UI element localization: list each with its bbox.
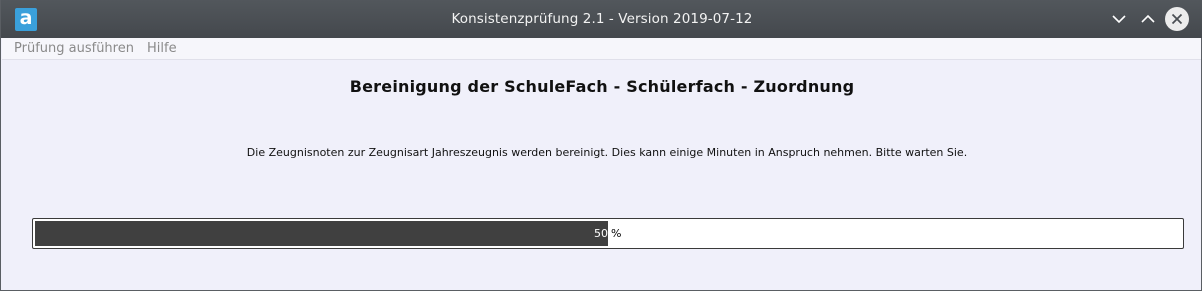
window-title: Konsistenzprüfung 2.1 - Version 2019-07-… (451, 11, 753, 27)
progress-label: 50% (594, 219, 654, 248)
menu-hilfe[interactable]: Hilfe (147, 38, 177, 59)
status-message: Die Zeugnisnoten zur Zeugnisart Jahresze… (246, 146, 968, 159)
menu-pruefung-ausfuehren[interactable]: Prüfung ausführen (14, 38, 134, 59)
close-button[interactable] (1165, 7, 1189, 31)
title-bar[interactable]: a Konsistenzprüfung 2.1 - Version 2019-0… (1, 0, 1202, 38)
menu-bar: Prüfung ausführen Hilfe (2, 38, 1201, 60)
progress-unit: % (611, 227, 622, 240)
close-icon (1171, 13, 1183, 25)
progress-value: 50 (594, 227, 608, 240)
chevron-up-icon (1141, 14, 1155, 23)
minimize-button[interactable] (1107, 7, 1131, 31)
progress-bar: 50% (32, 218, 1184, 249)
maximize-button[interactable] (1136, 7, 1160, 31)
application-window: a Konsistenzprüfung 2.1 - Version 2019-0… (0, 0, 1202, 291)
progress-bar-fill (35, 221, 608, 246)
page-title: Bereinigung der SchuleFach - Schülerfach… (349, 77, 855, 96)
chevron-down-icon (1112, 15, 1126, 24)
